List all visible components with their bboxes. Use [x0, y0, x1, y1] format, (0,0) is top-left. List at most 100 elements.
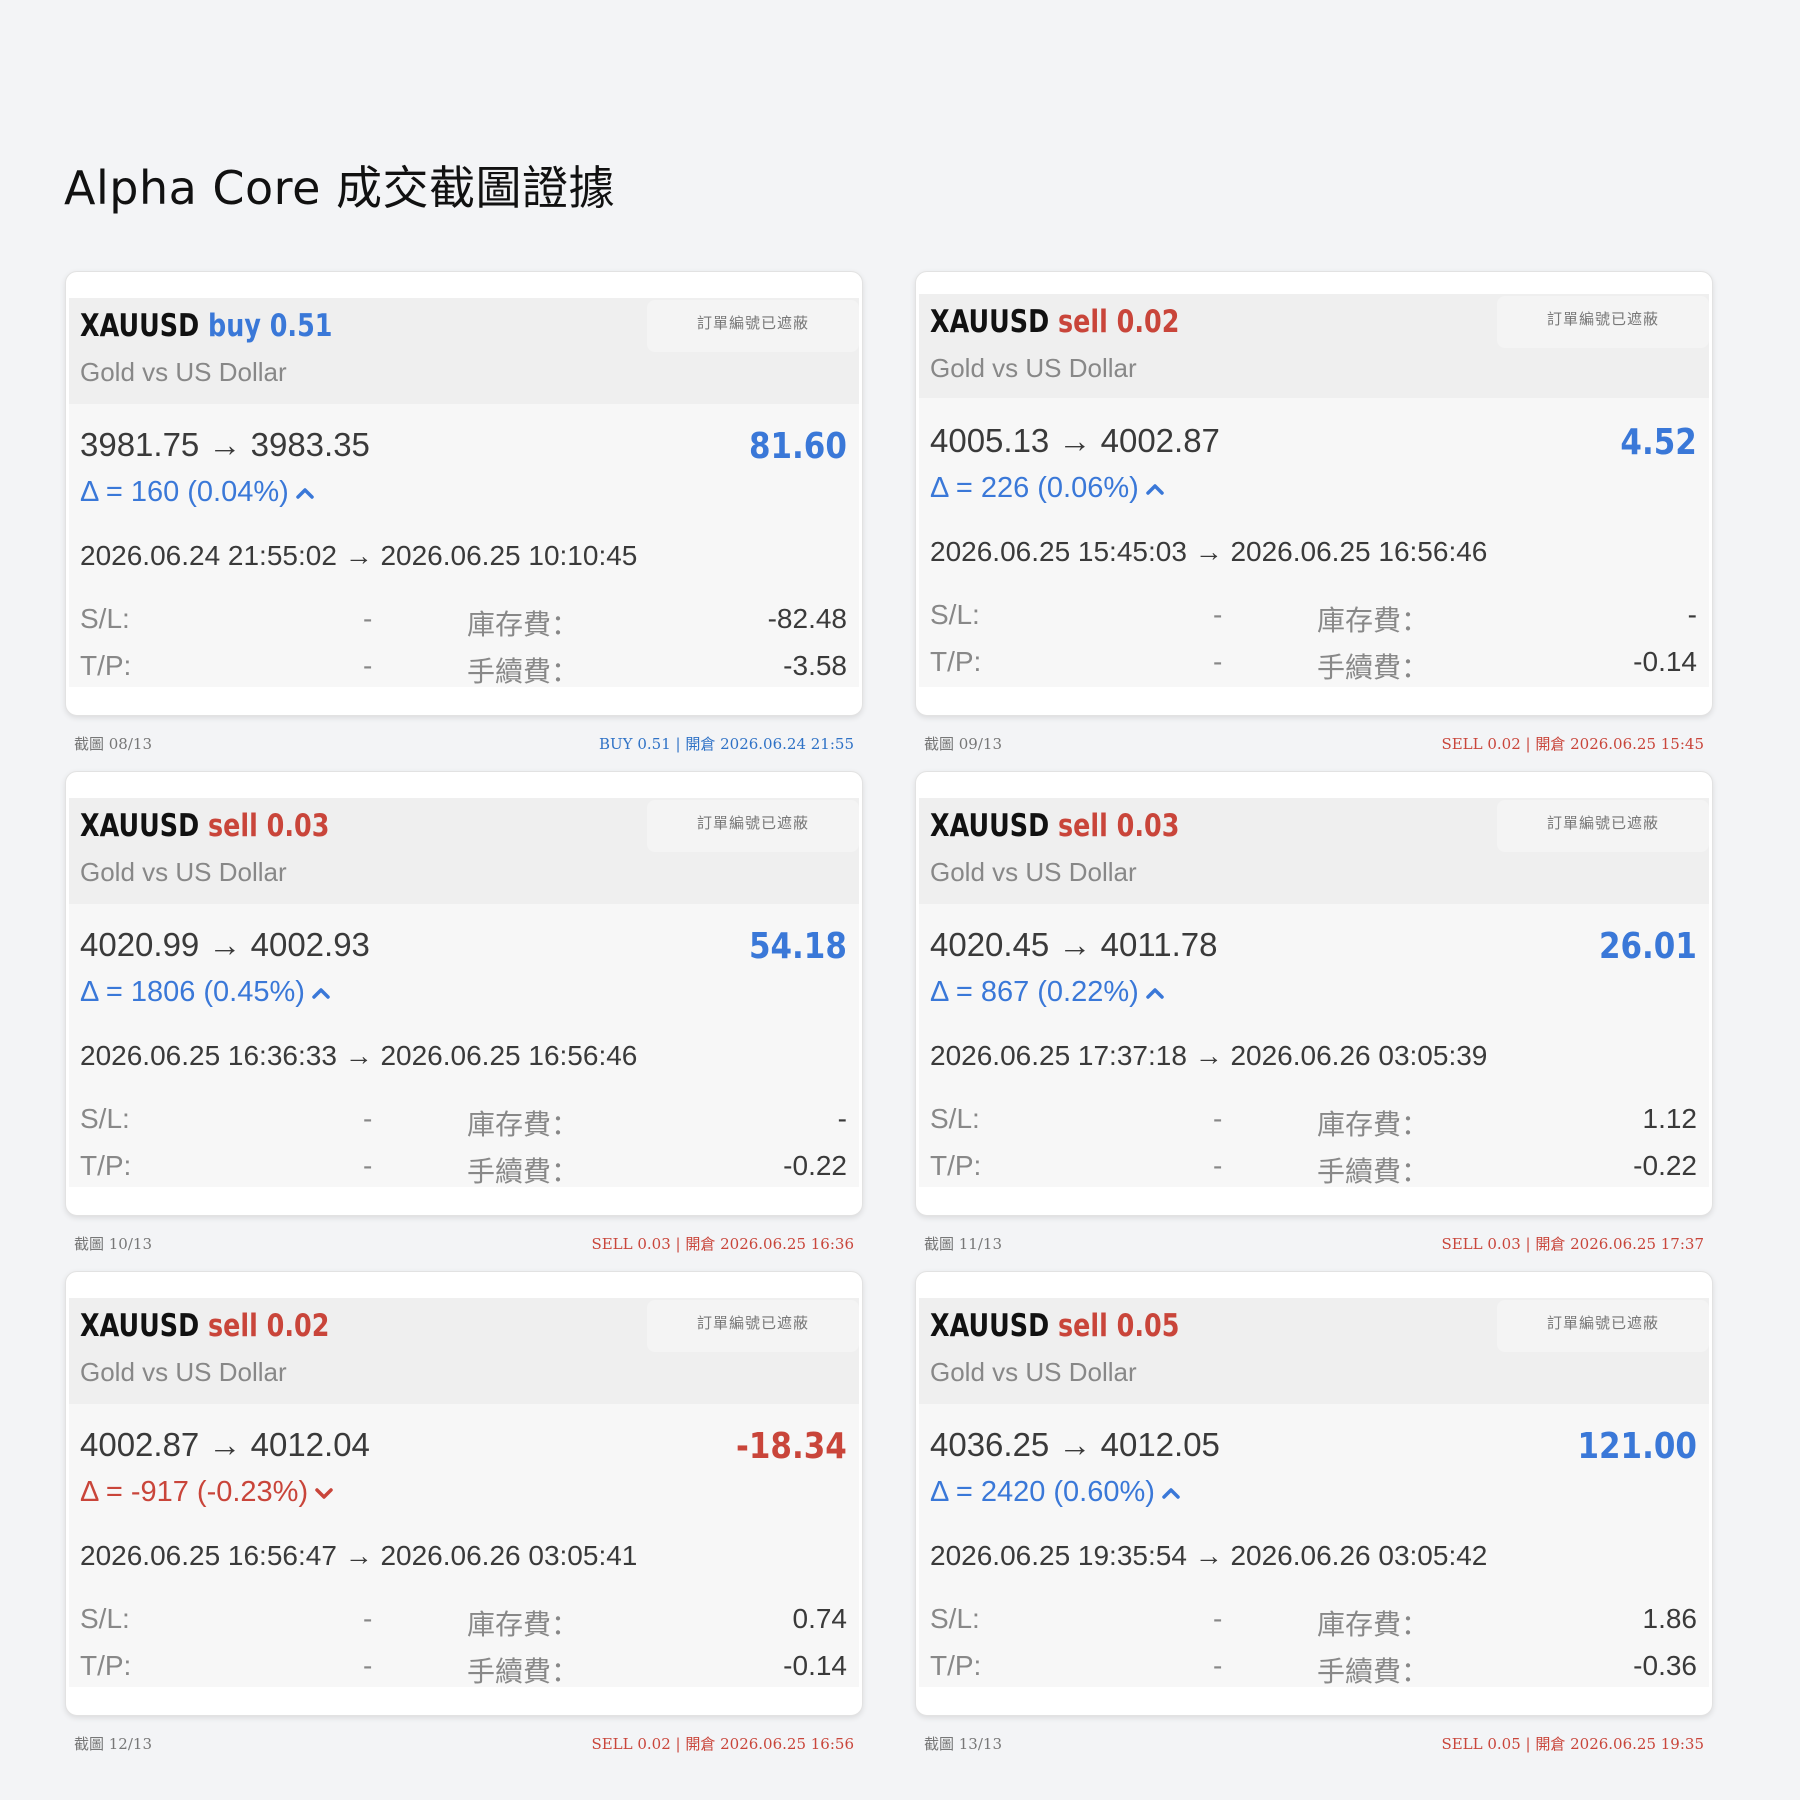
trade-card-grid: XAUUSD buy 0.51 Gold vs US Dollar 訂單編號已遮…	[65, 271, 1715, 1771]
screenshot-caption: 截圖 09/13 SELL 0.02 | 開倉 2026.06.25 15:45	[915, 733, 1713, 757]
order-id-masked-badge: 訂單編號已遮蔽	[647, 800, 859, 852]
tp-label: T/P:	[930, 1150, 982, 1181]
price-delta-text: Δ = 226 (0.06%)	[930, 472, 1139, 504]
commission-value: -0.36	[1633, 1650, 1697, 1681]
sl-swap-row: S/L: - 庫存費： -	[80, 1103, 847, 1143]
price-delta: Δ = 2420 (0.60%)	[930, 1476, 1181, 1509]
symbol-line: XAUUSD sell 0.02	[80, 1308, 329, 1344]
trade-card-header: XAUUSD sell 0.03 Gold vs US Dollar 訂單編號已…	[919, 798, 1709, 904]
trade-screenshot: XAUUSD buy 0.51 Gold vs US Dollar 訂單編號已遮…	[65, 271, 863, 771]
trade-card[interactable]: XAUUSD buy 0.51 Gold vs US Dollar 訂單編號已遮…	[65, 271, 863, 716]
trade-card[interactable]: XAUUSD sell 0.03 Gold vs US Dollar 訂單編號已…	[65, 771, 863, 1216]
tp-label: T/P:	[80, 1150, 132, 1181]
tp-label: T/P:	[930, 1650, 982, 1681]
symbol-name: XAUUSD	[930, 1308, 1050, 1344]
open-close-time: 2026.06.25 16:36:33 → 2026.06.25 16:56:4…	[80, 1040, 638, 1071]
sl-swap-row: S/L: - 庫存費： 1.86	[930, 1603, 1697, 1643]
price-open-close: 4036.25 → 4012.05	[930, 1426, 1220, 1463]
swap-value: 1.12	[1642, 1103, 1698, 1134]
trade-summary: BUY 0.51 | 開倉 2026.06.24 21:55	[599, 735, 854, 753]
symbol-line: XAUUSD buy 0.51	[80, 308, 332, 344]
chevron-up-icon	[1146, 988, 1164, 1000]
sl-value: -	[1213, 1603, 1223, 1634]
tp-commission-row: T/P: - 手續費： -0.14	[80, 1650, 847, 1690]
commission-label: 手續費：	[1317, 1655, 1430, 1688]
sl-swap-row: S/L: - 庫存費： 0.74	[80, 1603, 847, 1643]
trade-screenshot: XAUUSD sell 0.03 Gold vs US Dollar 訂單編號已…	[65, 771, 863, 1271]
sl-label: S/L:	[930, 599, 980, 630]
sl-label: S/L:	[80, 603, 130, 634]
price-delta: Δ = -917 (-0.23%)	[80, 1476, 334, 1509]
price-open-close: 4002.87 → 4012.04	[80, 1426, 370, 1463]
swap-label: 庫存費：	[467, 608, 580, 641]
screenshot-caption: 截圖 13/13 SELL 0.05 | 開倉 2026.06.25 19:35	[915, 1733, 1713, 1757]
chevron-up-icon	[312, 988, 330, 1000]
open-close-time: 2026.06.24 21:55:02 → 2026.06.25 10:10:4…	[80, 540, 638, 571]
profit-value: 54.18	[749, 926, 847, 967]
screenshot-index: 截圖 09/13	[924, 735, 1002, 753]
commission-label: 手續費：	[467, 655, 580, 688]
tp-value: -	[363, 1650, 373, 1681]
symbol-description: Gold vs US Dollar	[930, 353, 1137, 383]
commission-value: -0.14	[1633, 646, 1697, 677]
trade-side: sell 0.05	[1058, 1308, 1180, 1344]
page-title: Alpha Core 成交截圖證據	[64, 161, 615, 215]
price-delta: Δ = 226 (0.06%)	[930, 472, 1165, 505]
trade-card[interactable]: XAUUSD sell 0.02 Gold vs US Dollar 訂單編號已…	[65, 1271, 863, 1716]
sl-label: S/L:	[930, 1103, 980, 1134]
trade-screenshot: XAUUSD sell 0.05 Gold vs US Dollar 訂單編號已…	[915, 1271, 1713, 1771]
symbol-name: XAUUSD	[930, 304, 1050, 340]
trade-card-body: XAUUSD sell 0.02 Gold vs US Dollar 訂單編號已…	[69, 1298, 859, 1690]
screenshot-index: 截圖 08/13	[74, 735, 152, 753]
trade-summary: SELL 0.03 | 開倉 2026.06.25 16:36	[591, 1235, 854, 1253]
screenshot-caption: 截圖 11/13 SELL 0.03 | 開倉 2026.06.25 17:37	[915, 1233, 1713, 1257]
price-delta: Δ = 1806 (0.45%)	[80, 976, 331, 1009]
swap-label: 庫存費：	[1317, 1608, 1430, 1641]
profit-value: -18.34	[736, 1426, 847, 1467]
tp-label: T/P:	[930, 646, 982, 677]
page: Alpha Core 成交截圖證據 XAUUSD buy 0.51 Gold v…	[0, 0, 1800, 1800]
sl-label: S/L:	[80, 1103, 130, 1134]
screenshot-caption: 截圖 08/13 BUY 0.51 | 開倉 2026.06.24 21:55	[65, 733, 863, 757]
open-close-time: 2026.06.25 16:56:47 → 2026.06.26 03:05:4…	[80, 1540, 638, 1571]
trade-side: sell 0.02	[208, 1308, 330, 1344]
sl-value: -	[1213, 599, 1223, 630]
chevron-down-icon	[315, 1488, 333, 1500]
sl-value: -	[363, 1603, 373, 1634]
commission-label: 手續費：	[1317, 651, 1430, 684]
swap-label: 庫存費：	[467, 1108, 580, 1141]
commission-value: -0.22	[1633, 1150, 1697, 1181]
sl-value: -	[363, 1103, 373, 1134]
chevron-up-icon	[1162, 1488, 1180, 1500]
trade-summary: SELL 0.03 | 開倉 2026.06.25 17:37	[1441, 1235, 1704, 1253]
sl-swap-row: S/L: - 庫存費： -82.48	[80, 603, 847, 643]
order-id-masked-badge: 訂單編號已遮蔽	[647, 300, 859, 352]
open-close-time: 2026.06.25 17:37:18 → 2026.06.26 03:05:3…	[930, 1040, 1488, 1071]
symbol-description: Gold vs US Dollar	[930, 857, 1137, 887]
screenshot-index: 截圖 13/13	[924, 1735, 1002, 1753]
trade-summary: SELL 0.02 | 開倉 2026.06.25 16:56	[591, 1735, 854, 1753]
screenshot-caption: 截圖 12/13 SELL 0.02 | 開倉 2026.06.25 16:56	[65, 1733, 863, 1757]
trade-card[interactable]: XAUUSD sell 0.05 Gold vs US Dollar 訂單編號已…	[915, 1271, 1713, 1716]
open-close-time: 2026.06.25 15:45:03 → 2026.06.25 16:56:4…	[930, 536, 1488, 567]
trade-screenshot: XAUUSD sell 0.02 Gold vs US Dollar 訂單編號已…	[915, 271, 1713, 771]
trade-side: sell 0.03	[208, 808, 330, 844]
price-open-close: 4005.13 → 4002.87	[930, 422, 1220, 459]
swap-value: -	[837, 1103, 847, 1134]
commission-value: -0.22	[783, 1150, 847, 1181]
trade-card-header: XAUUSD sell 0.05 Gold vs US Dollar 訂單編號已…	[919, 1298, 1709, 1404]
symbol-description: Gold vs US Dollar	[80, 857, 287, 887]
trade-card[interactable]: XAUUSD sell 0.02 Gold vs US Dollar 訂單編號已…	[915, 271, 1713, 716]
trade-card-body: XAUUSD sell 0.02 Gold vs US Dollar 訂單編號已…	[919, 294, 1709, 687]
price-delta: Δ = 867 (0.22%)	[930, 976, 1165, 1009]
symbol-description: Gold vs US Dollar	[80, 357, 287, 387]
price-open-close: 4020.99 → 4002.93	[80, 926, 370, 963]
trade-card[interactable]: XAUUSD sell 0.03 Gold vs US Dollar 訂單編號已…	[915, 771, 1713, 1216]
screenshot-caption: 截圖 10/13 SELL 0.03 | 開倉 2026.06.25 16:36	[65, 1233, 863, 1257]
order-id-masked-badge: 訂單編號已遮蔽	[647, 1300, 859, 1352]
symbol-line: XAUUSD sell 0.05	[930, 1308, 1179, 1344]
commission-label: 手續費：	[467, 1155, 580, 1188]
sl-value: -	[1213, 1103, 1223, 1134]
tp-commission-row: T/P: - 手續費： -0.22	[930, 1150, 1697, 1190]
tp-value: -	[1213, 1150, 1223, 1181]
